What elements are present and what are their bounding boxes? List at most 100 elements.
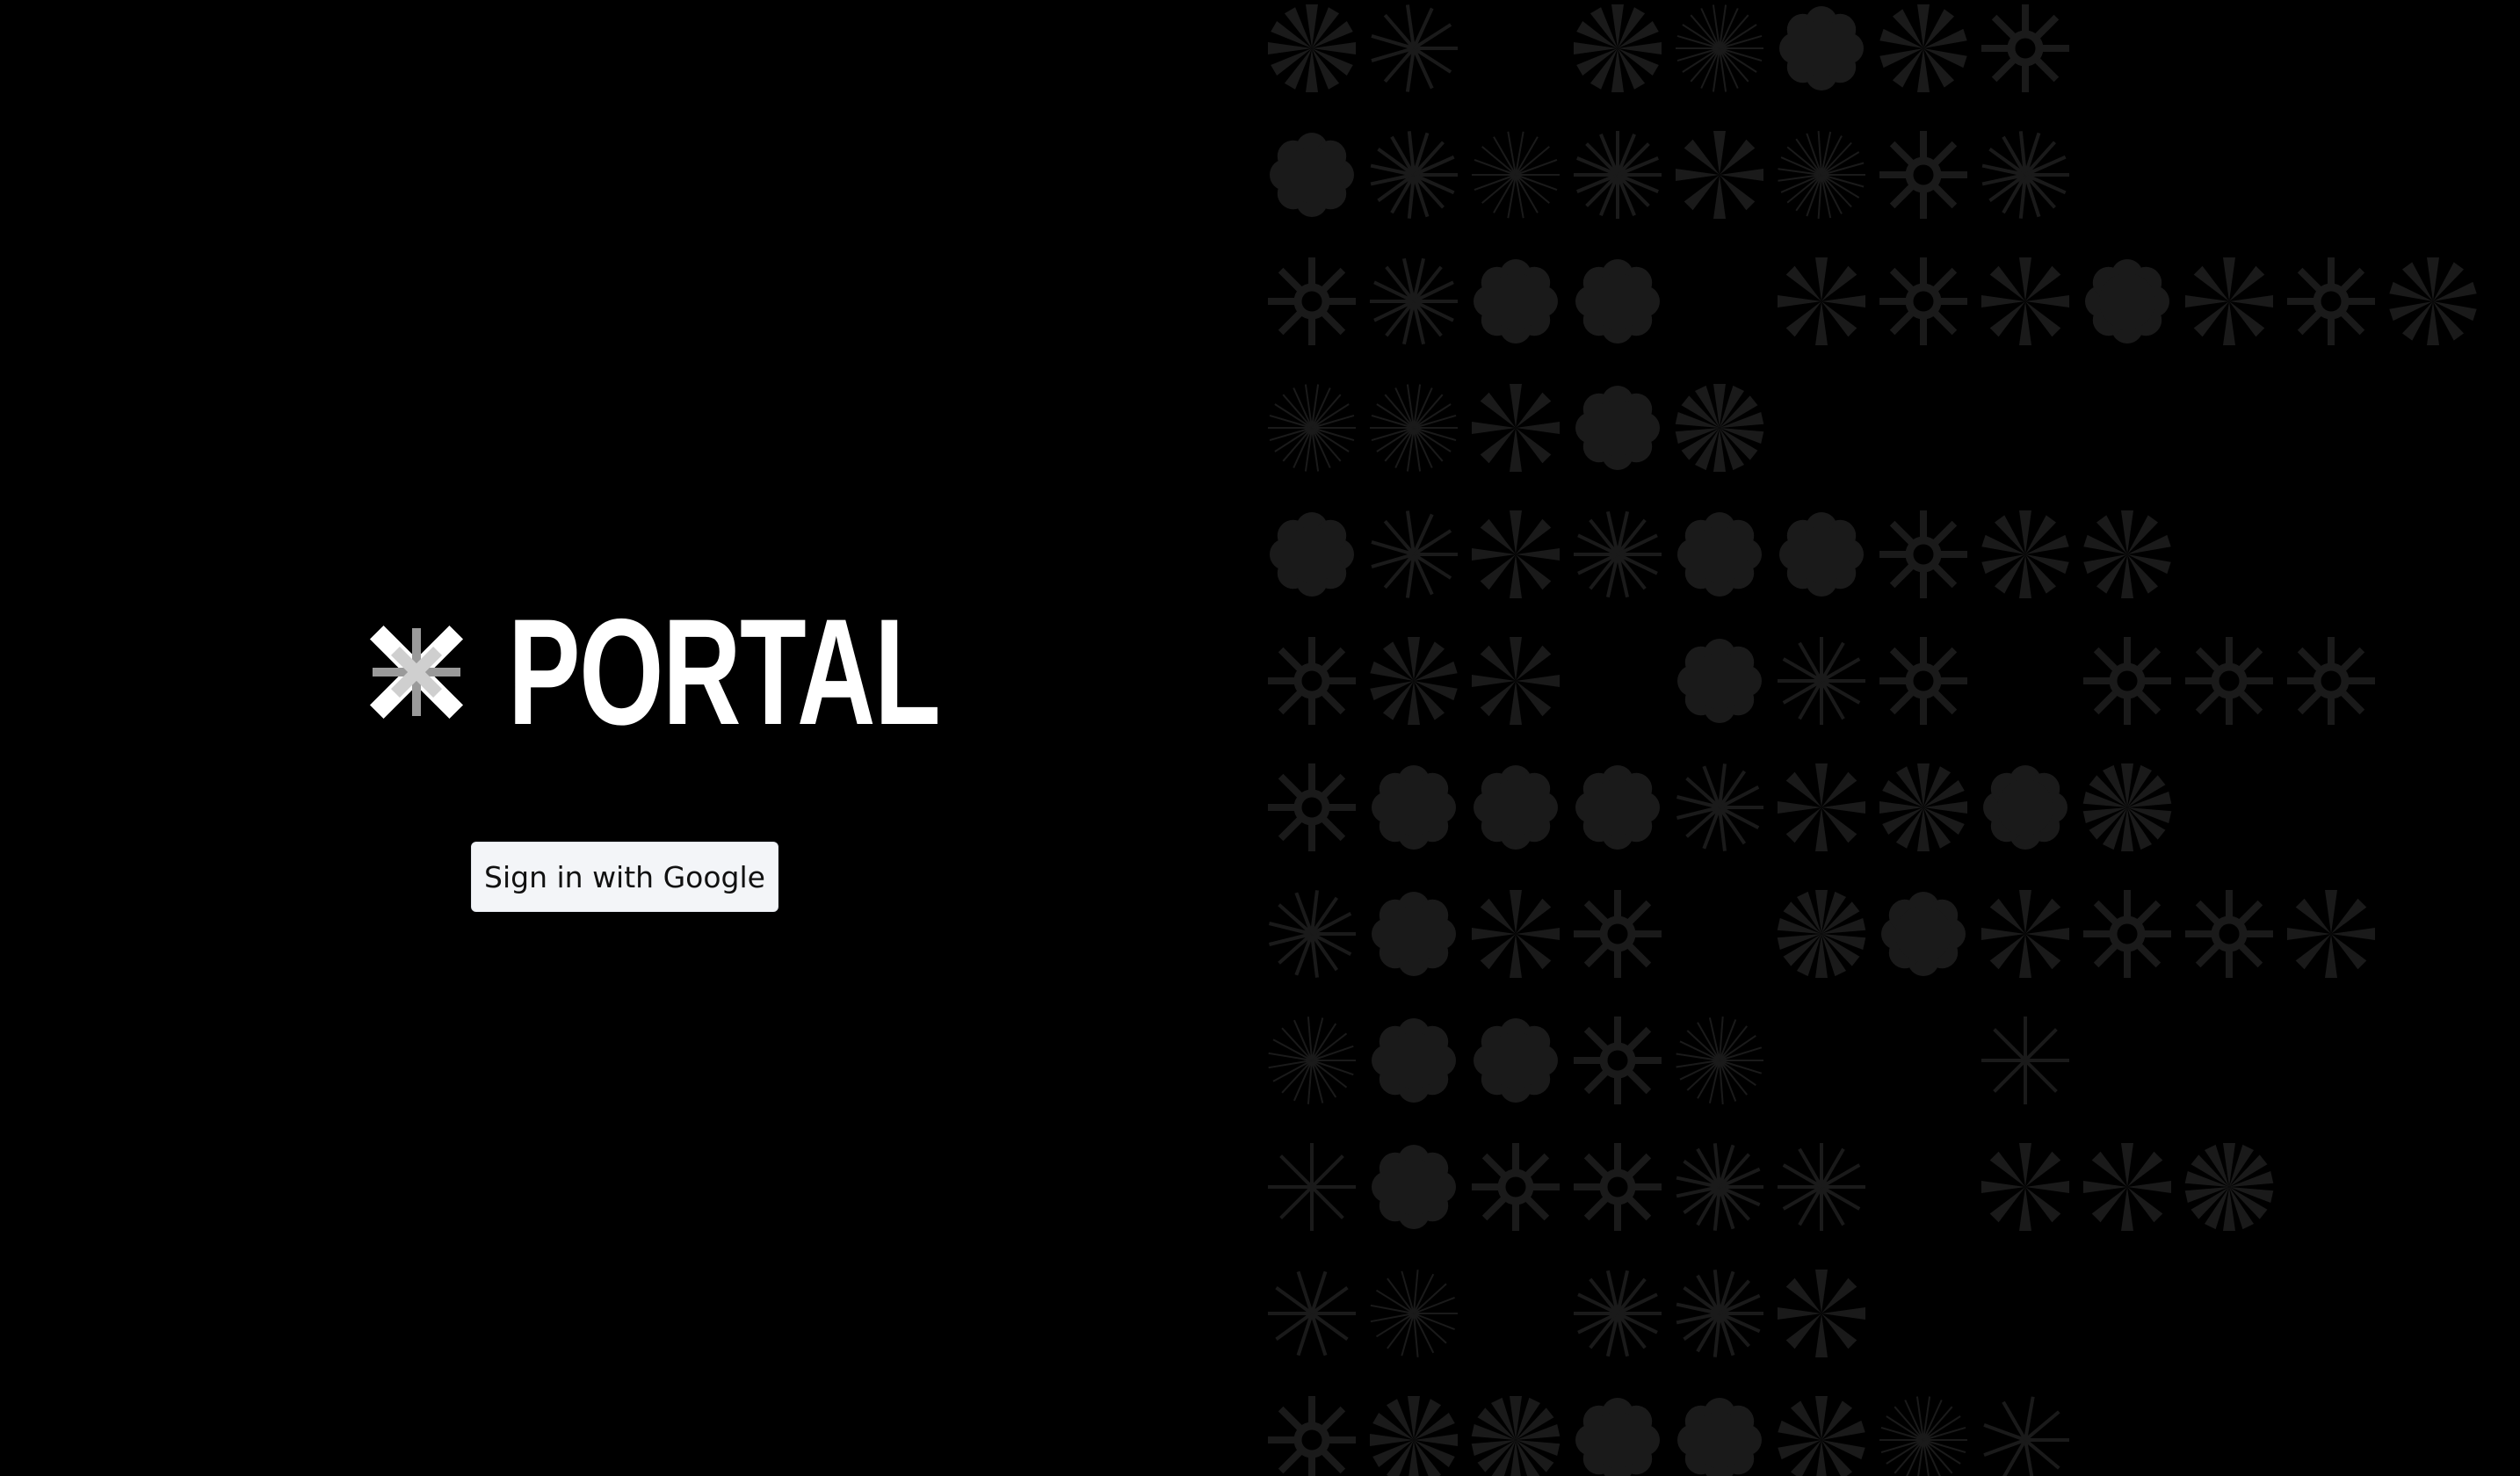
asterisk-burst-icon: [1370, 1270, 1458, 1357]
asterisk-burst-icon: [1879, 4, 1967, 92]
asterisk-burst-icon: [1778, 637, 1865, 725]
asterisk-burst-icon: [1372, 765, 1456, 850]
brand-name: PORTAL: [508, 588, 941, 756]
asterisk-burst-icon: [1268, 257, 1356, 345]
asterisk-burst-icon: [1268, 637, 1356, 725]
asterisk-burst-icon: [2287, 890, 2375, 978]
asterisk-burst-icon: [1778, 763, 1865, 851]
google-signin-button[interactable]: Sign in with Google: [471, 842, 778, 912]
asterisk-burst-icon: [2185, 637, 2273, 725]
asterisk-burst-icon: [1574, 890, 1662, 978]
asterisk-burst-icon: [2185, 890, 2273, 978]
decorative-pattern: [1268, 4, 2477, 1476]
brand-lockup: PORTAL: [360, 588, 1107, 756]
asterisk-burst-icon: [1676, 763, 1763, 851]
asterisk-burst-icon: [1268, 384, 1356, 472]
asterisk-burst-icon: [2083, 1143, 2171, 1231]
login-panel: PORTAL Sign in with Google: [0, 0, 1256, 1476]
asterisk-burst-icon: [1472, 1143, 1560, 1231]
asterisk-burst-icon: [2287, 637, 2375, 725]
asterisk-burst-icon: [1269, 890, 1356, 978]
asterisk-burst-icon: [2083, 637, 2171, 725]
asterisk-burst-icon: [1372, 1145, 1456, 1229]
asterisk-burst-icon: [1779, 512, 1864, 597]
asterisk-burst-icon: [1676, 4, 1763, 92]
asterisk-burst-icon: [1981, 510, 2069, 598]
asterisk-burst-icon: [1575, 259, 1660, 344]
asterisk-burst-icon: [1575, 386, 1660, 470]
asterisk-burst-icon: [1574, 4, 1662, 92]
x-burst-logo-icon: [369, 625, 464, 720]
asterisk-burst-icon: [1778, 1270, 1865, 1357]
asterisk-burst-icon: [2287, 257, 2375, 345]
asterisk-burst-icon: [2085, 259, 2169, 344]
asterisk-burst-icon: [1778, 1396, 1865, 1476]
asterisk-burst-icon: [1879, 637, 1967, 725]
login-page: PORTAL Sign in with Google: [0, 0, 2520, 1476]
asterisk-burst-icon: [1472, 637, 1560, 725]
asterisk-burst-icon: [1777, 890, 1866, 978]
asterisk-burst-icon: [1370, 384, 1458, 472]
asterisk-burst-icon: [1879, 763, 1967, 851]
asterisk-burst-icon: [1778, 1143, 1865, 1231]
asterisk-burst-icon: [1268, 4, 1356, 92]
asterisk-burst-icon: [2184, 1143, 2274, 1231]
asterisk-burst-icon: [1575, 1398, 1660, 1476]
asterisk-burst-icon: [1270, 133, 1354, 217]
asterisk-burst-icon: [1371, 510, 1458, 598]
asterisk-burst-icon: [1676, 1270, 1763, 1357]
asterisk-burst-icon: [1779, 6, 1864, 90]
asterisk-burst-icon: [1676, 131, 1763, 219]
asterisk-burst-icon: [1981, 1143, 2069, 1231]
asterisk-burst-icon: [2083, 890, 2171, 978]
asterisk-burst-icon: [1472, 131, 1560, 219]
asterisk-burst-icon: [1881, 892, 1966, 976]
asterisk-burst-icon: [1677, 512, 1762, 597]
asterisk-burst-icon: [1574, 1017, 1662, 1104]
asterisk-burst-icon: [2185, 257, 2273, 345]
asterisk-burst-icon: [2082, 763, 2172, 851]
asterisk-burst-icon: [1983, 765, 2067, 850]
asterisk-burst-icon: [1879, 510, 1967, 598]
asterisk-burst-icon: [1474, 259, 1558, 344]
asterisk-burst-icon: [1574, 1143, 1662, 1231]
asterisk-burst-icon: [1372, 892, 1456, 976]
asterisk-burst-icon: [1371, 4, 1458, 92]
asterisk-burst-icon: [1574, 131, 1662, 219]
asterisk-burst-icon: [1472, 510, 1560, 598]
asterisk-burst-icon: [1677, 1398, 1762, 1476]
asterisk-burst-icon: [1474, 765, 1558, 850]
asterisk-burst-icon: [1778, 257, 1865, 345]
asterisk-burst-icon: [1372, 1018, 1456, 1103]
asterisk-burst-icon: [1778, 131, 1865, 219]
asterisk-burst-icon: [1575, 765, 1660, 850]
asterisk-burst-icon: [1370, 1396, 1458, 1476]
asterisk-burst-icon: [1471, 1396, 1561, 1476]
asterisk-burst-icon: [1981, 1017, 2069, 1104]
asterisk-burst-icon: [1472, 890, 1560, 978]
asterisk-burst-icon: [1574, 1270, 1662, 1357]
asterisk-burst-icon: [1981, 4, 2069, 92]
asterisk-burst-icon: [1370, 131, 1458, 219]
asterisk-burst-icon: [2389, 257, 2477, 345]
asterisk-burst-icon: [2083, 510, 2171, 598]
asterisk-burst-icon: [1268, 1143, 1356, 1231]
asterisk-burst-icon: [1981, 890, 2069, 978]
asterisk-burst-icon: [1474, 1018, 1558, 1103]
asterisk-burst-icon: [1675, 384, 1764, 472]
asterisk-burst-icon: [1879, 131, 1967, 219]
asterisk-burst-icon: [1268, 1396, 1356, 1476]
asterisk-burst-icon: [1676, 1143, 1763, 1231]
asterisk-burst-icon: [1676, 1017, 1763, 1104]
asterisk-burst-icon: [1268, 1017, 1356, 1104]
asterisk-burst-icon: [1268, 763, 1356, 851]
asterisk-burst-icon: [1574, 510, 1662, 598]
asterisk-burst-icon: [1472, 384, 1560, 472]
asterisk-burst-icon: [1879, 1396, 1967, 1476]
asterisk-burst-icon: [1981, 131, 2069, 219]
asterisk-burst-icon: [1983, 1396, 2069, 1476]
asterisk-burst-icon: [1270, 512, 1354, 597]
asterisk-burst-icon: [1879, 257, 1967, 345]
asterisk-burst-icon: [1370, 637, 1458, 725]
asterisk-burst-icon: [1370, 257, 1458, 345]
